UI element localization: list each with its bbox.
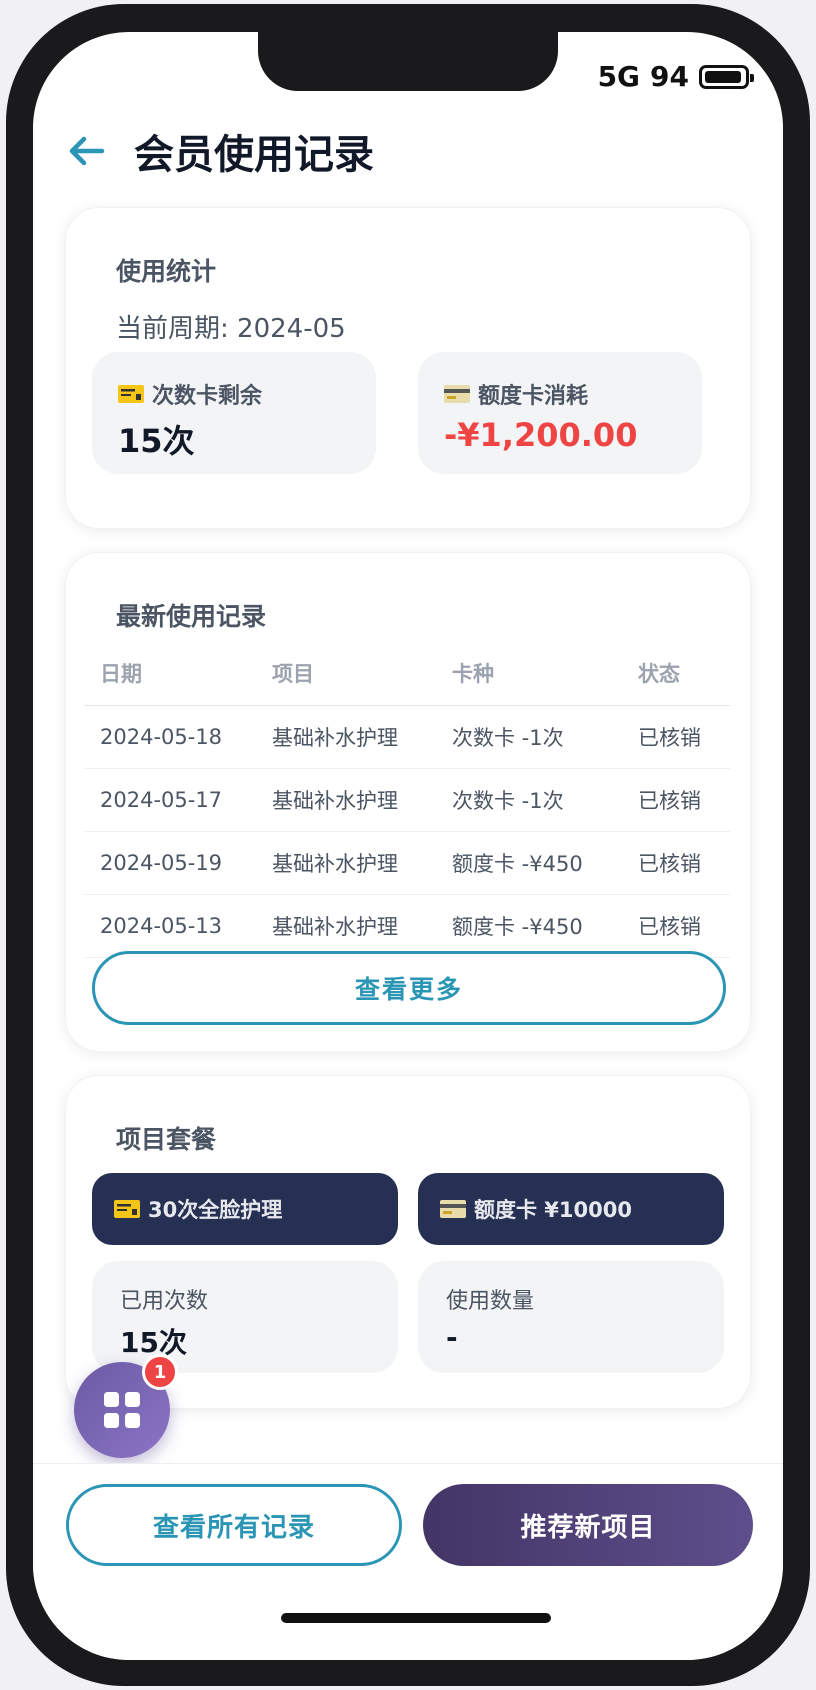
view-all-records-button[interactable]: 查看所有记录 — [66, 1484, 402, 1566]
column-header: 状态 — [622, 641, 730, 706]
record-card-type: 额度卡 -¥450 — [436, 894, 622, 958]
record-item: 基础补水护理 — [256, 768, 436, 832]
record-date: 2024-05-13 — [84, 894, 256, 958]
notch — [258, 32, 558, 91]
records-table: 日期 项目 卡种 状态 2024-05-18 基础补水护理 次数卡 -1次 已核… — [84, 641, 730, 958]
page-header: 会员使用记录 — [66, 122, 374, 180]
floating-menu-button[interactable]: 1 — [74, 1354, 178, 1458]
usage-value: - — [446, 1321, 458, 1354]
count-card-tile: 次数卡剩余 15次 — [92, 352, 376, 474]
section-title: 最新使用记录 — [116, 602, 267, 631]
screen: 5G 94 会员使用记录 使用统计 当前周期: 2024-05 次数卡剩余 15… — [33, 32, 783, 1660]
ticket-card-icon — [118, 385, 144, 403]
credit-card-icon — [444, 385, 470, 403]
used-amount-tile: 使用数量 - — [418, 1261, 724, 1373]
table-header-row: 日期 项目 卡种 状态 — [84, 641, 730, 706]
record-status: 已核销 — [622, 705, 730, 769]
ticket-card-icon — [114, 1200, 140, 1218]
record-item: 基础补水护理 — [256, 894, 436, 958]
used-count-tile: 已用次数 15次 — [92, 1261, 398, 1373]
battery-icon — [699, 64, 754, 89]
amount-card-value: -¥1,200.00 — [444, 416, 638, 454]
table-row[interactable]: 2024-05-13 基础补水护理 额度卡 -¥450 已核销 — [84, 894, 730, 958]
credit-card-icon — [440, 1200, 466, 1218]
table-row[interactable]: 2024-05-17 基础补水护理 次数卡 -1次 已核销 — [84, 768, 730, 832]
column-header: 项目 — [256, 641, 436, 706]
page-title: 会员使用记录 — [134, 132, 374, 178]
record-date: 2024-05-17 — [84, 768, 256, 832]
table-row[interactable]: 2024-05-19 基础补水护理 额度卡 -¥450 已核销 — [84, 831, 730, 895]
package-label: 30次全脸护理 — [148, 1198, 283, 1222]
package-item-count[interactable]: 30次全脸护理 — [92, 1173, 398, 1245]
bottom-action-bar: 查看所有记录 推荐新项目 — [33, 1463, 783, 1660]
back-arrow-icon[interactable] — [66, 131, 106, 171]
grid-icon — [104, 1392, 140, 1428]
view-more-button[interactable]: 查看更多 — [92, 951, 726, 1025]
record-item: 基础补水护理 — [256, 705, 436, 769]
usage-label: 使用数量 — [446, 1289, 535, 1314]
current-period: 当前周期: 2024-05 — [116, 314, 346, 344]
record-card-type: 次数卡 -1次 — [436, 768, 622, 832]
column-header: 卡种 — [436, 641, 622, 706]
battery-percent: 94 — [650, 60, 689, 93]
usage-stats-card: 使用统计 当前周期: 2024-05 次数卡剩余 15次 额度卡消耗 -¥1,2… — [65, 207, 751, 529]
column-header: 日期 — [84, 641, 256, 706]
table-row[interactable]: 2024-05-18 基础补水护理 次数卡 -1次 已核销 — [84, 705, 730, 769]
record-date: 2024-05-19 — [84, 831, 256, 895]
package-label: 额度卡 ¥10000 — [474, 1198, 632, 1222]
home-indicator[interactable] — [281, 1613, 551, 1623]
record-card-type: 次数卡 -1次 — [436, 705, 622, 769]
package-item-amount[interactable]: 额度卡 ¥10000 — [418, 1173, 724, 1245]
section-title: 使用统计 — [116, 257, 217, 286]
section-title: 项目套餐 — [116, 1125, 217, 1154]
usage-label: 已用次数 — [120, 1289, 209, 1314]
notification-badge: 1 — [142, 1354, 178, 1390]
phone-frame: 5G 94 会员使用记录 使用统计 当前周期: 2024-05 次数卡剩余 15… — [6, 4, 810, 1686]
network-label: 5G — [597, 60, 641, 93]
record-date: 2024-05-18 — [84, 705, 256, 769]
latest-records-card: 最新使用记录 日期 项目 卡种 状态 2024-05-18 基础补水护理 次数卡… — [65, 552, 751, 1052]
record-status: 已核销 — [622, 768, 730, 832]
record-item: 基础补水护理 — [256, 831, 436, 895]
record-status: 已核销 — [622, 831, 730, 895]
count-card-label: 次数卡剩余 — [152, 384, 263, 409]
recommend-project-button[interactable]: 推荐新项目 — [423, 1484, 753, 1566]
count-card-value: 15次 — [118, 422, 195, 460]
record-status: 已核销 — [622, 894, 730, 958]
amount-card-label: 额度卡消耗 — [478, 384, 589, 409]
status-bar: 5G 94 — [597, 60, 754, 93]
amount-card-tile: 额度卡消耗 -¥1,200.00 — [418, 352, 702, 474]
record-card-type: 额度卡 -¥450 — [436, 831, 622, 895]
